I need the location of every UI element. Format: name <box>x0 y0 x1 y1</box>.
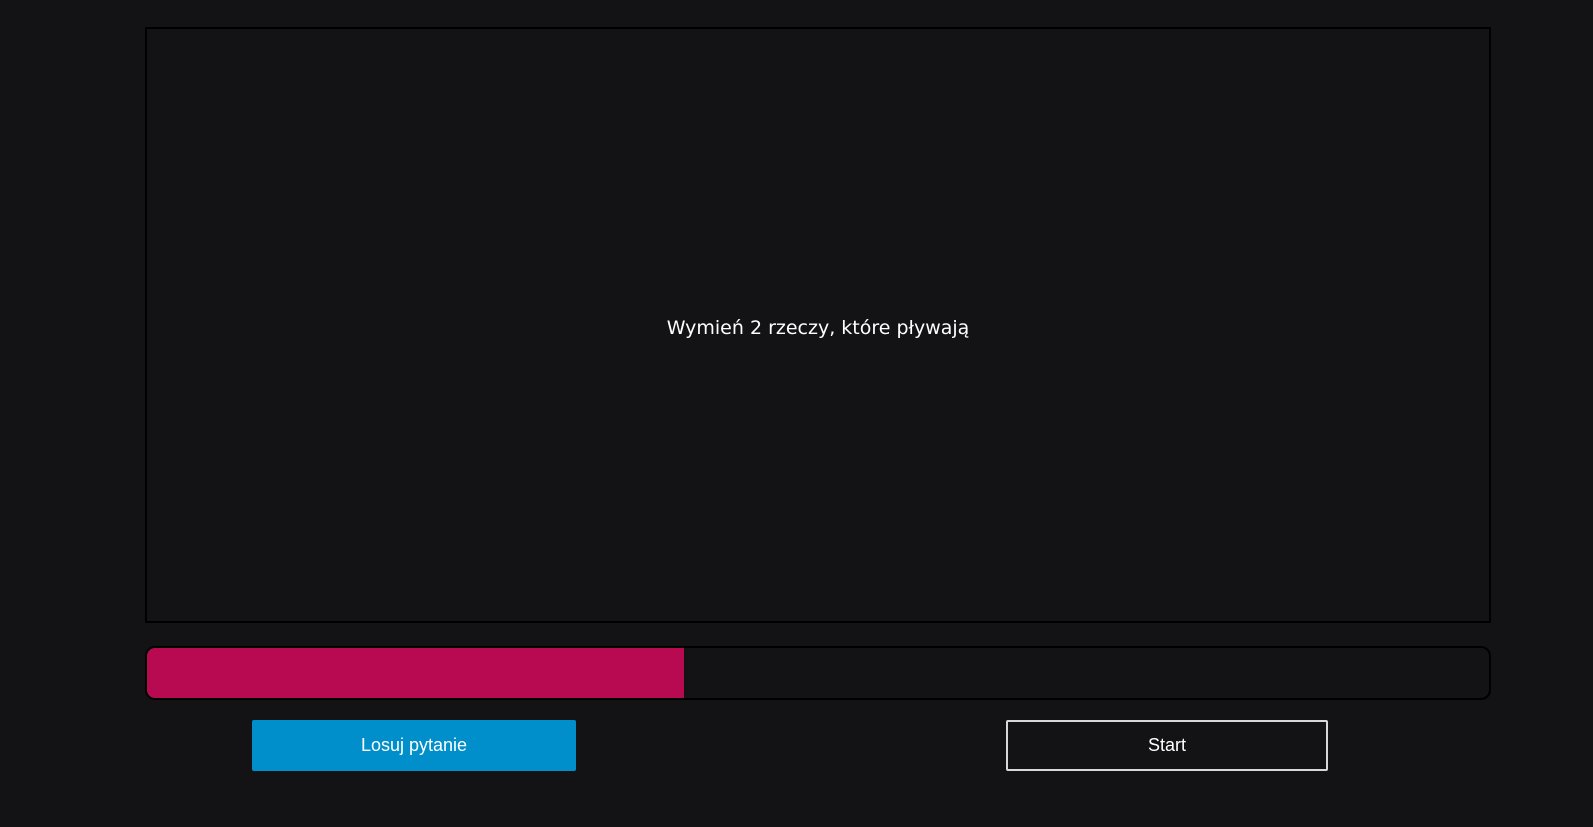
question-text: Wymień 2 rzeczy, które pływają <box>666 316 970 339</box>
question-panel: Wymień 2 rzeczy, które pływają <box>145 27 1491 623</box>
timer-progress-bar <box>145 646 1491 700</box>
draw-question-button[interactable]: Losuj pytanie <box>252 720 576 771</box>
start-button[interactable]: Start <box>1006 720 1328 771</box>
timer-progress-fill <box>147 648 684 698</box>
